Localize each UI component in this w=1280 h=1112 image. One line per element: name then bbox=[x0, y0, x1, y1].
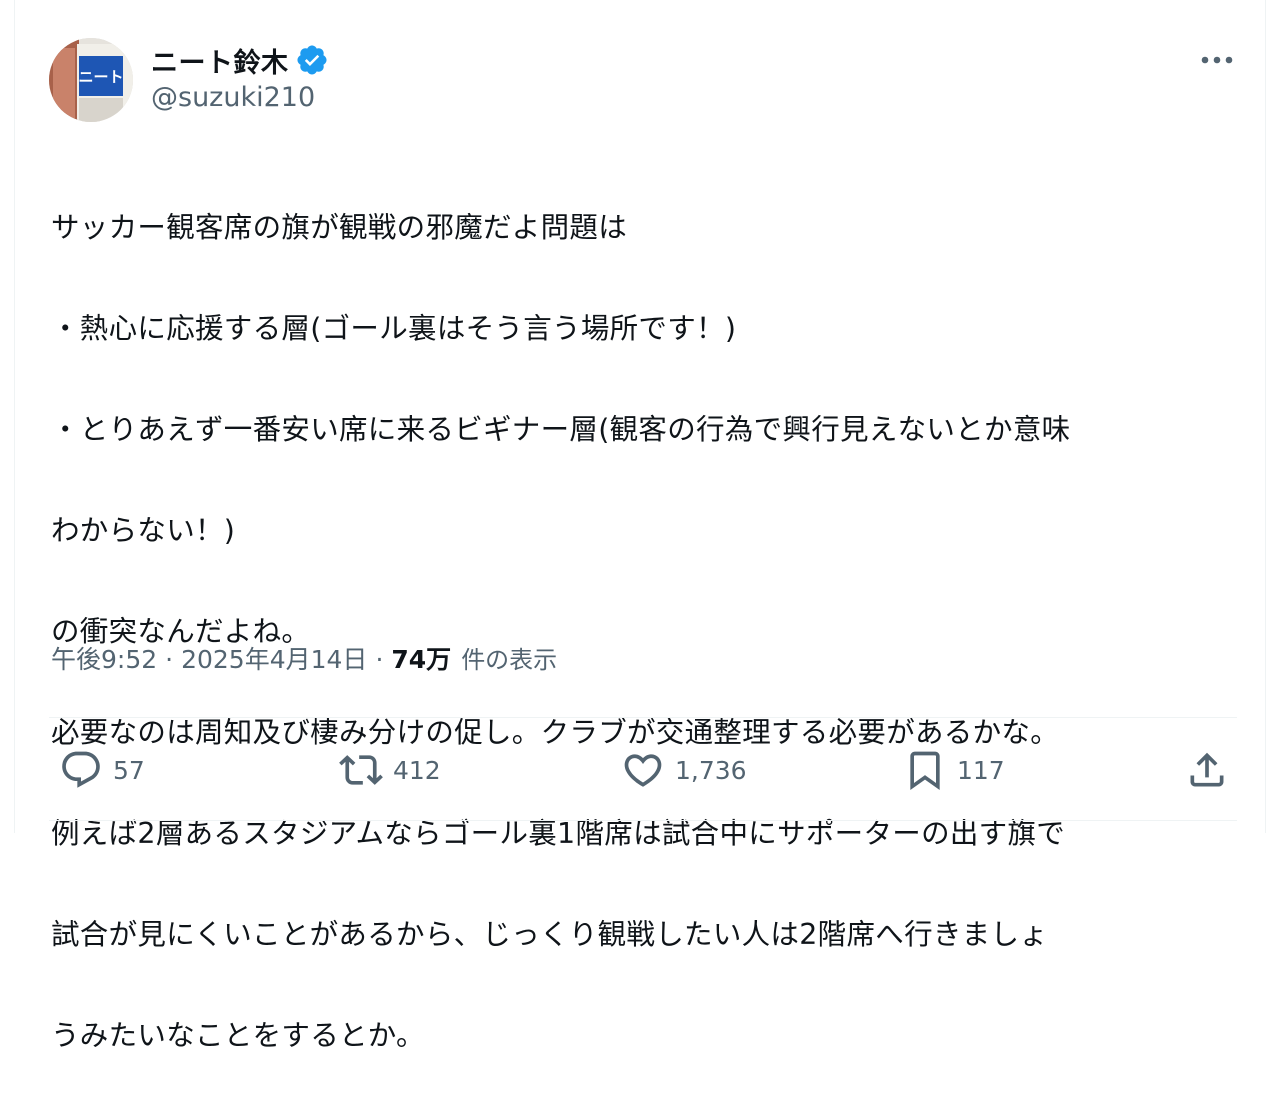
verified-badge-icon bbox=[296, 45, 327, 75]
retweet-count: 412 bbox=[393, 755, 441, 785]
author-handle[interactable]: @suzuki210 bbox=[151, 82, 315, 113]
more-icon bbox=[1201, 56, 1233, 64]
views-count[interactable]: 74万 bbox=[391, 640, 451, 676]
reply-icon bbox=[62, 751, 100, 788]
author-name-row: ニート鈴木 bbox=[151, 40, 329, 80]
tweet-text-line: わからない！) bbox=[51, 513, 236, 547]
tweet-card: ニート ニート鈴木 @suzuki210 サッカー観客席の旗が観戦の邪魔だよ問題… bbox=[14, 0, 1266, 1052]
retweet-button[interactable]: 412 bbox=[339, 748, 441, 792]
like-button[interactable]: 1,736 bbox=[621, 748, 747, 792]
share-button[interactable] bbox=[1185, 748, 1229, 792]
bookmark-count: 117 bbox=[957, 755, 1005, 785]
bookmark-button[interactable]: 117 bbox=[903, 748, 1005, 792]
divider bbox=[49, 820, 1237, 821]
avatar-sign-text: ニート bbox=[78, 68, 123, 86]
tweet-text-line: サッカー観客席の旗が観戦の邪魔だよ問題は bbox=[51, 210, 628, 244]
like-count: 1,736 bbox=[675, 755, 747, 785]
tweet-text-line: ・とりあえず一番安い席に来るビギナー層(観客の行為で興行見えないとか意味 bbox=[51, 412, 1071, 446]
tweet-date[interactable]: 2025年4月14日 bbox=[181, 640, 367, 676]
tweet-time[interactable]: 午後9:52 bbox=[51, 640, 157, 676]
tweet-text-line: ・熱心に応援する層(ゴール裏はそう言う場所です！) bbox=[51, 311, 737, 345]
bookmark-icon bbox=[910, 751, 940, 791]
author-display-name[interactable]: ニート鈴木 bbox=[151, 41, 289, 80]
avatar[interactable]: ニート bbox=[49, 38, 133, 122]
tweet-text: サッカー観客席の旗が観戦の邪魔だよ問題は ・熱心に応援する層(ゴール裏はそう言う… bbox=[51, 152, 1251, 1112]
reply-button[interactable]: 57 bbox=[59, 748, 145, 792]
like-icon bbox=[624, 754, 662, 787]
meta-separator: · bbox=[375, 645, 384, 674]
share-icon bbox=[1190, 752, 1224, 787]
more-options-button[interactable] bbox=[1187, 40, 1247, 80]
tweet-text-line: 試合が見にくいことがあるから、じっくり観戦したい人は2階席へ行きましょ bbox=[51, 917, 1049, 951]
retweet-icon bbox=[339, 755, 383, 785]
meta-separator: · bbox=[165, 645, 174, 674]
tweet-text-line: うみたいなことをするとか。 bbox=[51, 1018, 425, 1052]
divider bbox=[49, 717, 1237, 718]
tweet-meta: 午後9:52 · 2025年4月14日 · 74万 件の表示 bbox=[51, 640, 557, 676]
views-label: 件の表示 bbox=[461, 646, 558, 674]
avatar-image: ニート bbox=[49, 38, 133, 122]
tweet-text-line: 例えば2層あるスタジアムならゴール裏1階席は試合中にサポーターの出す旗で bbox=[51, 816, 1066, 850]
reply-count: 57 bbox=[113, 755, 145, 785]
